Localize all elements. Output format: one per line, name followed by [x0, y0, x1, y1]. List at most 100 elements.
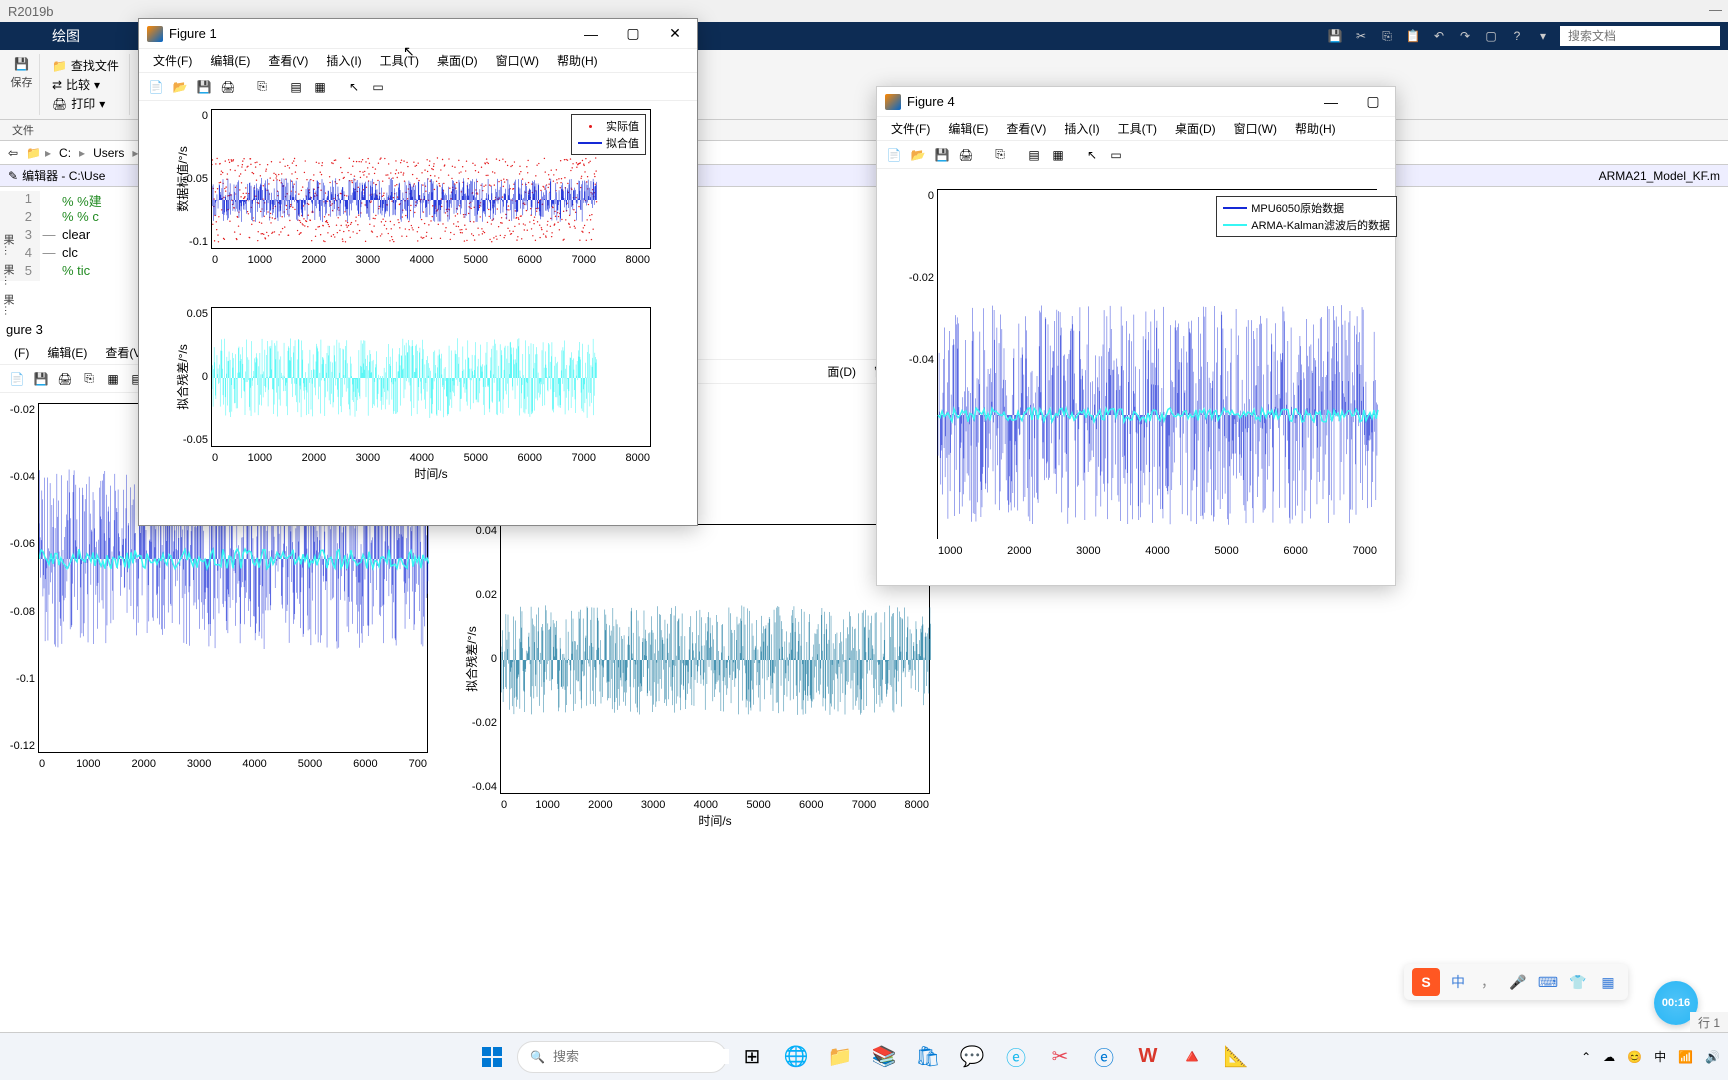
insert-icon[interactable]: ▭ [1105, 144, 1127, 166]
pointer-icon[interactable]: ↖ [343, 76, 365, 98]
figure1-legend[interactable]: 实际值 拟合值 [571, 114, 646, 155]
save-icon[interactable]: 💾 [931, 144, 953, 166]
undo-icon[interactable]: ↶ [1430, 27, 1448, 45]
cut-icon[interactable]: ✂ [1352, 27, 1370, 45]
copy-fig-icon[interactable]: ⎘ [251, 76, 273, 98]
new-icon[interactable]: 📄 [145, 76, 167, 98]
minimize-button[interactable]: — [577, 23, 605, 45]
wps-icon[interactable]: W [1129, 1038, 1167, 1076]
figure1-titlebar[interactable]: Figure 1 — ▢ ✕ [139, 19, 697, 49]
ime-keyboard-icon[interactable]: ⌨ [1536, 970, 1560, 994]
search-doc-input[interactable] [1560, 26, 1720, 46]
figure-hidden-plot [501, 525, 931, 795]
insert-icon[interactable]: ▭ [367, 76, 389, 98]
tab-plot[interactable]: 绘图 [40, 22, 92, 50]
menu-file[interactable]: (F) [6, 344, 37, 362]
store-icon[interactable]: 🛍 [909, 1038, 947, 1076]
task-view-icon[interactable]: ⊞ [733, 1038, 771, 1076]
new-icon[interactable]: 📄 [883, 144, 905, 166]
layout1-icon[interactable]: ▤ [1023, 144, 1045, 166]
save-button[interactable]: 💾 [10, 56, 33, 72]
path-seg-users[interactable]: Users [89, 144, 128, 162]
minimize-icon[interactable]: — [1709, 2, 1722, 17]
print-icon[interactable]: 🖨 [217, 76, 239, 98]
copy-icon[interactable]: ⎘ [1378, 27, 1396, 45]
ime-toolbar[interactable]: S 中 ， 🎤 ⌨ 👕 ▦ [1404, 964, 1628, 1000]
ime-menu-icon[interactable]: ▦ [1596, 970, 1620, 994]
minimize-button[interactable]: — [1317, 91, 1345, 113]
figure-hidden-xlabel: 时间/s [698, 812, 731, 829]
figure4-axes[interactable]: 0-0.02-0.04 1000200030004000500060007000… [937, 189, 1377, 539]
figure3-xticks: 0100020003000400050006000700 [39, 758, 427, 770]
taskbar-search-input[interactable] [553, 1049, 729, 1064]
figure1-window[interactable]: Figure 1 — ▢ ✕ 文件(F) 编辑(E) 查看(V) 插入(I) 工… [138, 18, 698, 526]
snip-icon[interactable]: ✂ [1041, 1038, 1079, 1076]
ime-skin-icon[interactable]: 👕 [1566, 970, 1590, 994]
save-icon[interactable]: 💾 [193, 76, 215, 98]
edge-icon[interactable]: 🌐 [777, 1038, 815, 1076]
layout2-icon[interactable]: ▦ [309, 76, 331, 98]
chevron-down-icon[interactable]: ▾ [1534, 27, 1552, 45]
explorer-icon[interactable]: 📁 [821, 1038, 859, 1076]
menu-edit[interactable]: 编辑(E) [39, 342, 95, 363]
close-button[interactable]: ✕ [661, 23, 689, 45]
left-item[interactable]: 果… [0, 230, 16, 260]
ime-lang-button[interactable]: 中 [1446, 970, 1470, 994]
layout-icon[interactable]: ▦ [102, 368, 124, 390]
figure4-window[interactable]: Figure 4 — ▢ 文件(F) 编辑(E) 查看(V) 插入(I) 工具(… [876, 86, 1396, 586]
matlab-icon [147, 26, 163, 42]
figure-hidden-axes[interactable]: 拟合残差/°/s 0.040.020-0.02-0.04 01000200030… [500, 524, 930, 794]
print-icon[interactable]: 🖨 [54, 368, 76, 390]
tray-wifi-icon[interactable]: 📶 [1678, 1050, 1693, 1064]
open-icon[interactable]: 📂 [907, 144, 929, 166]
tray-volume-icon[interactable]: 🔊 [1705, 1050, 1720, 1064]
back-icon[interactable]: ⇦ [4, 146, 22, 160]
save-icon[interactable]: 💾 [30, 368, 52, 390]
print-button[interactable]: 🖨打印 ▾ [48, 94, 109, 113]
layout2-icon[interactable]: ▦ [1047, 144, 1069, 166]
left-item[interactable]: 果… [0, 260, 16, 290]
print-icon[interactable]: 🖨 [955, 144, 977, 166]
sogou-logo-icon[interactable]: S [1412, 968, 1440, 996]
tray-cloud-icon[interactable]: ☁ [1603, 1050, 1615, 1064]
ime-punct-icon[interactable]: ， [1476, 970, 1500, 994]
ie-icon[interactable]: ⓔ [997, 1038, 1035, 1076]
taskbar-search[interactable]: 🔍 [517, 1041, 727, 1073]
figure4-legend[interactable]: MPU6050原始数据 ARMA-Kalman滤波后的数据 [1216, 196, 1397, 237]
figure4-yticks: 0-0.02-0.04 [896, 190, 934, 539]
app-icon[interactable]: 🔺 [1173, 1038, 1211, 1076]
new-icon[interactable]: 📄 [6, 368, 28, 390]
layout1-icon[interactable]: ▤ [285, 76, 307, 98]
copy-fig-icon[interactable]: ⎘ [989, 144, 1011, 166]
editor-open-file[interactable]: ARMA21_Model_KF.m [1599, 169, 1720, 183]
copy-fig-icon[interactable]: ⎘ [78, 368, 100, 390]
figure4-titlebar[interactable]: Figure 4 — ▢ [877, 87, 1395, 117]
figure1-top-axes[interactable]: 数据标值/°/s 0-0.05-0.1 01000200030004000500… [211, 109, 651, 249]
save-icon[interactable]: 💾 [1326, 27, 1344, 45]
matlab-icon[interactable]: 📐 [1217, 1038, 1255, 1076]
tray-ime-icon[interactable]: 中 [1654, 1048, 1666, 1065]
open-icon[interactable]: 📂 [169, 76, 191, 98]
figure4-toolbar: 📄 📂 💾 🖨 ⎘ ▤ ▦ ↖ ▭ [877, 141, 1395, 169]
library-icon[interactable]: 📚 [865, 1038, 903, 1076]
start-button[interactable] [473, 1038, 511, 1076]
left-item[interactable]: 果… [0, 290, 16, 320]
tray-lang-icon[interactable]: 😊 [1627, 1050, 1642, 1064]
status-bar: 行 1 [1690, 1012, 1728, 1032]
figure4-menubar: 文件(F) 编辑(E) 查看(V) 插入(I) 工具(T) 桌面(D) 窗口(W… [877, 117, 1395, 141]
figure1-bottom-axes[interactable]: 拟合残差/°/s 0.050-0.05 01000200030004000500… [211, 307, 651, 447]
path-seg-c[interactable]: C: [55, 144, 75, 162]
compare-button[interactable]: ⇄比较 ▾ [48, 75, 104, 94]
layout-icon[interactable]: ▢ [1482, 27, 1500, 45]
maximize-button[interactable]: ▢ [619, 23, 647, 45]
paste-icon[interactable]: 📋 [1404, 27, 1422, 45]
find-files-button[interactable]: 📁查找文件 [48, 56, 123, 75]
wechat-icon[interactable]: 💬 [953, 1038, 991, 1076]
redo-icon[interactable]: ↷ [1456, 27, 1474, 45]
tray-up-icon[interactable]: ⌃ [1581, 1050, 1591, 1064]
maximize-button[interactable]: ▢ [1359, 91, 1387, 113]
ime-mic-icon[interactable]: 🎤 [1506, 970, 1530, 994]
help-icon[interactable]: ? [1508, 27, 1526, 45]
pointer-icon[interactable]: ↖ [1081, 144, 1103, 166]
edge2-icon[interactable]: ⓔ [1085, 1038, 1123, 1076]
